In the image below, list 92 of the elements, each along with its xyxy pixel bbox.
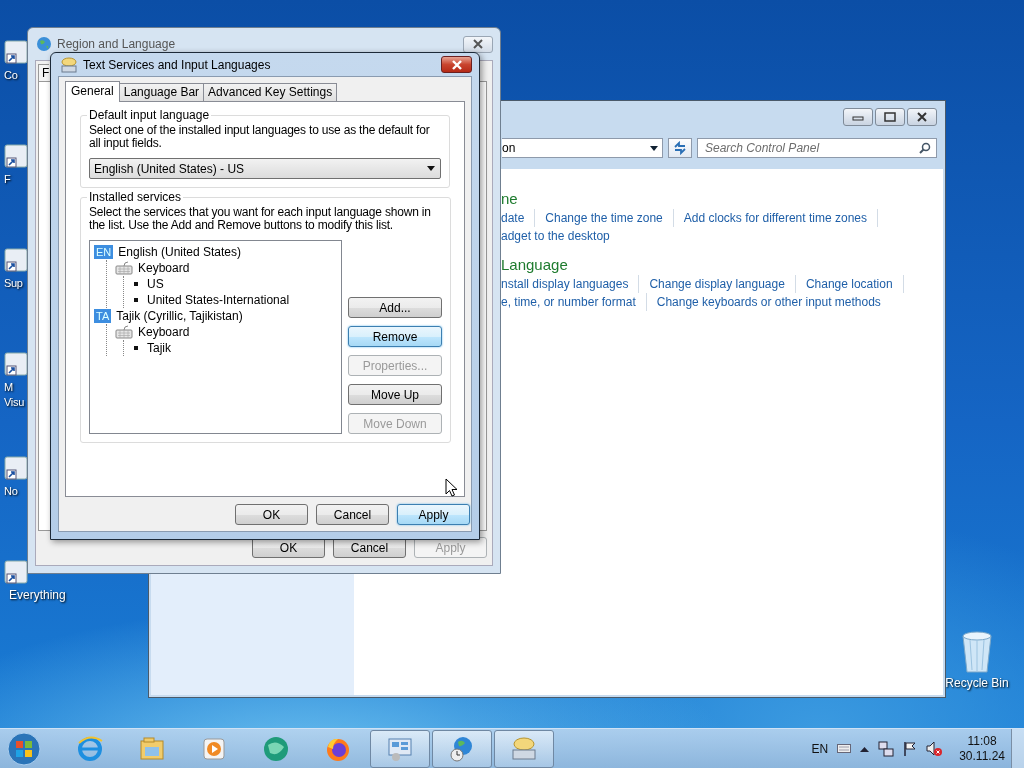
recycle-bin-icon[interactable]: [960, 630, 994, 674]
dropdown-arrow-icon: [427, 166, 435, 171]
dialog-button[interactable]: Cancel: [316, 504, 389, 525]
bullet-icon: [134, 282, 138, 286]
dialog-button[interactable]: Move Up: [348, 384, 442, 405]
language-indicator[interactable]: EN: [811, 741, 829, 756]
window-title: Text Services and Input Languages: [83, 57, 272, 72]
refresh-button[interactable]: [668, 138, 692, 158]
browser-icon: [76, 734, 104, 763]
windows-logo-icon: [6, 730, 42, 767]
tree-list[interactable]: EN English (United States) Keyboard US United States-International TA Tajik (Cyrillic, Tajikistan) Keyboard Tajik: [89, 240, 342, 434]
link[interactable]: Change location: [805, 275, 904, 293]
link[interactable]: Add clocks for different time zones: [683, 209, 878, 227]
icon-label: No: [4, 484, 18, 499]
tree-item[interactable]: United States-International: [147, 293, 290, 307]
bullet-icon: [134, 298, 138, 302]
shortcut-icon[interactable]: [4, 144, 28, 168]
language-badge: EN: [94, 245, 114, 259]
keyboard-icon: [510, 734, 538, 763]
close-icon: [915, 111, 929, 123]
tab[interactable]: General: [65, 81, 120, 102]
folder-icon: [138, 734, 166, 763]
icon-label: M: [4, 380, 13, 395]
flag-icon[interactable]: [903, 740, 918, 757]
group-title: Default input language: [88, 108, 211, 122]
shortcut-icon[interactable]: [4, 40, 28, 64]
search-field[interactable]: Search Control Panel: [697, 138, 937, 158]
show-hidden-icon[interactable]: [860, 745, 870, 752]
keyboard-icon: [115, 261, 133, 275]
clock-date: 30.11.24: [959, 748, 1005, 764]
icon-label: Sup: [4, 276, 23, 291]
minimize-button[interactable]: [843, 108, 873, 126]
clock[interactable]: 11:08 30.11.24: [959, 733, 1005, 764]
clock-time: 11:08: [967, 733, 997, 749]
close-button[interactable]: [907, 108, 937, 126]
address-text: on: [502, 141, 516, 155]
dialog-button[interactable]: OK: [235, 504, 308, 525]
shortcut-icon[interactable]: [4, 560, 28, 584]
icon-label: Everything: [9, 588, 66, 603]
network-icon[interactable]: [878, 740, 895, 757]
globe-icon: [36, 36, 52, 52]
tree-item[interactable]: US: [147, 277, 164, 291]
refresh-icon: [673, 141, 687, 155]
tab[interactable]: Advanced Key Settings: [203, 83, 338, 101]
maximize-icon: [883, 111, 897, 123]
close-button[interactable]: [463, 35, 493, 53]
group-title: Installed services: [88, 190, 183, 204]
keyboard-icon: [60, 56, 78, 73]
tree-item[interactable]: Tajik (Cyrillic, Tajikistan): [116, 309, 243, 323]
section-heading: ne: [501, 189, 519, 209]
description-text: Select one of the installed input languages to use as the default for all input fields.: [89, 124, 431, 150]
keyboard-icon[interactable]: [837, 744, 852, 753]
section-heading: Language: [501, 255, 569, 275]
icon-label: Recycle Bin: [945, 676, 1009, 690]
link[interactable]: Change keyboards or other input methods: [656, 293, 891, 311]
close-icon: [472, 39, 484, 49]
tab[interactable]: Language Bar: [118, 83, 205, 101]
address-field[interactable]: on: [502, 138, 663, 158]
window-title: Region and Language: [57, 37, 177, 51]
bullet-icon: [134, 346, 138, 350]
icon-label: F: [4, 172, 11, 187]
shortcut-icon[interactable]: [4, 456, 28, 480]
link[interactable]: Change display language: [649, 275, 796, 293]
description-text: Select the services that you want for each input language shown in the list. Use the Add and Remove buttons to modify this list.: [89, 206, 432, 232]
tree-item[interactable]: Keyboard: [138, 325, 190, 339]
tree-item[interactable]: Tajik: [147, 341, 171, 355]
dialog-button[interactable]: Add...: [348, 297, 442, 318]
taskbar-button[interactable]: [432, 729, 492, 768]
close-button[interactable]: [441, 56, 472, 73]
shortcut-icon[interactable]: [4, 248, 28, 272]
language-dropdown[interactable]: English (United States) - US: [89, 158, 441, 179]
tree-item[interactable]: Keyboard: [138, 261, 190, 275]
speaker-muted-icon[interactable]: [926, 740, 943, 757]
shortcut-icon[interactable]: [4, 352, 28, 376]
taskbar-button[interactable]: [494, 729, 554, 768]
search-icon: [919, 142, 931, 154]
dropdown-arrow-icon: [650, 145, 658, 151]
icon-label: Co: [4, 68, 18, 83]
maximize-button[interactable]: [875, 108, 905, 126]
sphere-app-icon: [262, 734, 290, 763]
dropdown-value: English (United States) - US: [94, 161, 245, 176]
dialog-button[interactable]: Remove: [348, 326, 442, 347]
tab[interactable]: F: [38, 64, 49, 81]
close-icon: [450, 59, 463, 70]
language-badge: TA: [94, 309, 112, 323]
taskbar-button[interactable]: [370, 729, 430, 768]
dialog-button[interactable]: Apply: [397, 504, 470, 525]
keyboard-icon: [115, 325, 133, 339]
icon-label: Visu: [4, 395, 24, 410]
tree-item[interactable]: English (United States): [118, 245, 241, 259]
link[interactable]: Change the time zone: [545, 209, 674, 227]
link[interactable]: adget to the desktop: [501, 227, 620, 245]
